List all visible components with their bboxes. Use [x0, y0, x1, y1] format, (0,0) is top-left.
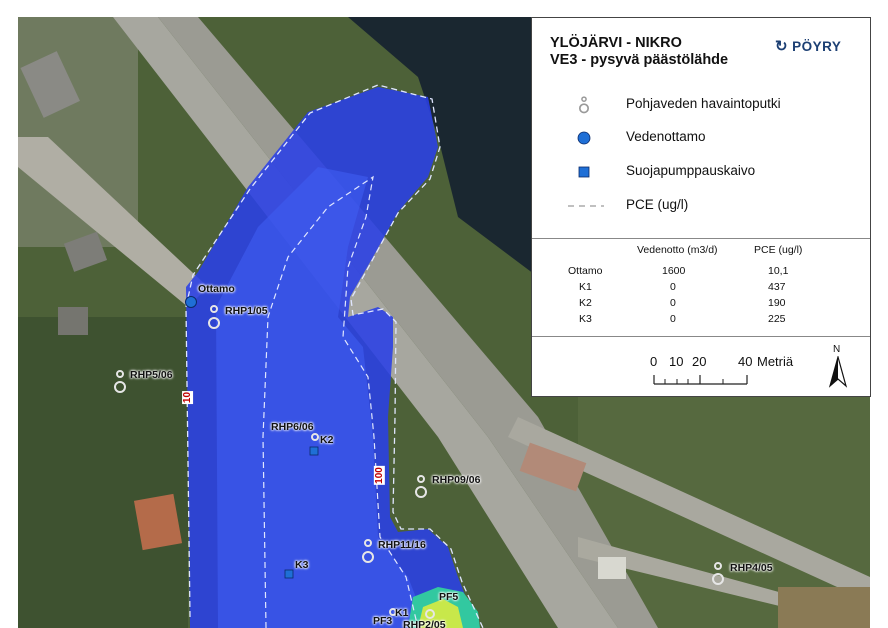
contour-line-icon — [568, 205, 604, 207]
table-cell-pce: 225 — [768, 313, 786, 325]
label-k2: K2 — [320, 434, 334, 446]
label-rhp5-06: RHP5/06 — [130, 369, 173, 381]
observation-well-icon — [415, 475, 427, 498]
legend-item-pce-contour: PCE (ug/l) — [532, 194, 870, 216]
legend-divider — [532, 336, 870, 337]
table-cell-name: Ottamo — [568, 265, 603, 277]
legend-label: PCE (ug/l) — [626, 197, 689, 212]
table-cell-pce: 437 — [768, 281, 786, 293]
table-cell-name: K3 — [579, 313, 592, 325]
legend-label: Suojapumppauskaivo — [626, 163, 756, 178]
north-arrow-icon — [828, 356, 848, 388]
scale-bar: 0 10 20 40 Metriä — [650, 354, 810, 388]
scale-unit: Metriä — [757, 354, 794, 369]
map-title: YLÖJÄRVI - NIKRO VE3 - pysyvä päästölähd… — [550, 35, 728, 69]
table-header: Vedenotto (m3/d) — [637, 244, 718, 256]
label-pf3: PF3 — [373, 615, 393, 627]
label-ottamo: Ottamo — [198, 283, 235, 295]
table-cell-name: K1 — [579, 281, 592, 293]
label-k1: K1 — [395, 607, 409, 619]
legend-label: Vedenottamo — [626, 129, 706, 144]
observation-well-icon — [208, 305, 220, 329]
legend-panel: YLÖJÄRVI - NIKRO VE3 - pysyvä päästölähd… — [531, 17, 871, 397]
label-rhp2-05: RHP2/05 — [403, 619, 446, 628]
observation-well-icon — [114, 370, 126, 393]
company-logo: ↻ PÖYRY — [775, 37, 841, 55]
table-cell-intake: 0 — [670, 281, 676, 293]
legend-divider — [532, 238, 870, 239]
north-arrow: N — [826, 344, 850, 390]
protective-pump-well-icon — [309, 446, 319, 456]
observation-well-icon — [579, 96, 589, 114]
label-pf5: PF5 — [439, 591, 459, 603]
observation-well-icon — [712, 562, 724, 585]
legend-item-protective-pump-well: Suojapumppauskaivo — [532, 160, 870, 182]
scale-tick-label: 0 — [650, 354, 658, 369]
map-title-line2: VE3 - pysyvä päästölähde — [550, 52, 729, 68]
table-header: PCE (ug/l) — [754, 244, 803, 256]
water-intake-icon — [577, 131, 591, 145]
label-rhp4-05: RHP4/05 — [730, 562, 773, 574]
scale-tick-label: 20 — [692, 354, 707, 369]
north-label: N — [833, 344, 841, 355]
pumping-table: Vedenotto (m3/d) PCE (ug/l) Ottamo 1600 … — [532, 244, 870, 334]
poyry-logo-icon: ↻ — [775, 38, 789, 55]
legend-item-water-intake: Vedenottamo — [532, 126, 870, 148]
label-rhp1-05: RHP1/05 — [225, 305, 268, 317]
table-cell-pce: 190 — [768, 297, 786, 309]
table-cell-pce: 10,1 — [768, 265, 789, 277]
table-cell-intake: 1600 — [662, 265, 686, 277]
label-rhp11-16: RHP11/16 — [378, 539, 426, 551]
observation-well-icon — [311, 433, 319, 441]
label-rhp09-06: RHP09/06 — [432, 474, 481, 486]
label-rhp6-06: RHP6/06 — [271, 421, 314, 433]
protective-pump-well-icon — [578, 166, 590, 178]
protective-pump-well-icon — [284, 569, 294, 579]
observation-well-icon — [362, 539, 374, 563]
scale-bar-graphic — [653, 375, 748, 385]
scale-tick-label: 10 — [669, 354, 684, 369]
legend-label: Pohjaveden havaintoputki — [626, 96, 781, 111]
logo-text: PÖYRY — [792, 39, 842, 54]
map-title-line1: YLÖJÄRVI - NIKRO — [550, 35, 682, 51]
table-cell-intake: 0 — [670, 297, 676, 309]
scale-tick-label: 40 — [738, 354, 753, 369]
water-intake-icon — [185, 296, 197, 308]
table-cell-name: K2 — [579, 297, 592, 309]
label-k3: K3 — [295, 559, 309, 571]
table-cell-intake: 0 — [670, 313, 676, 325]
legend-item-observation-well: Pohjaveden havaintoputki — [532, 93, 870, 115]
